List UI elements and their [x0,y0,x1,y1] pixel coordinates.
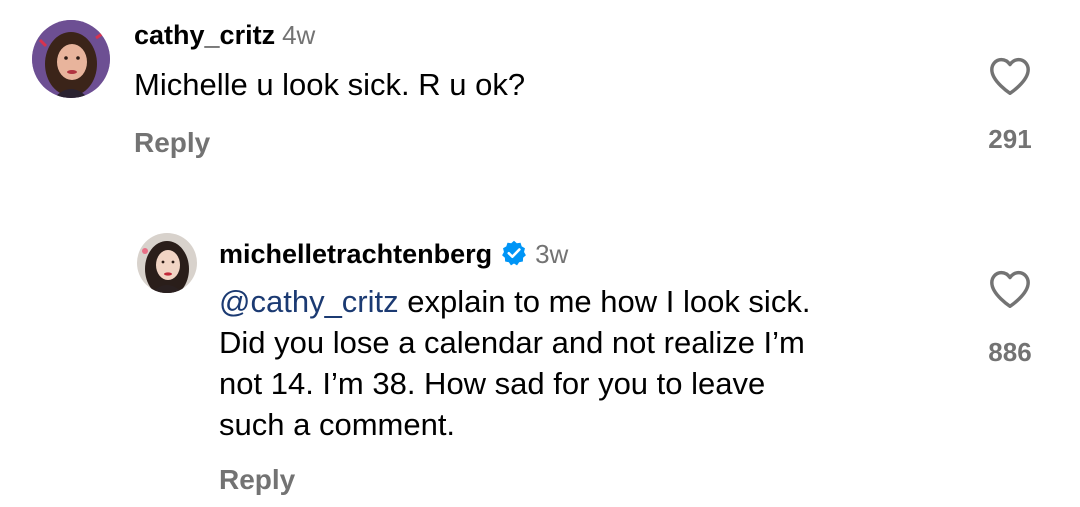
like-count: 291 [988,124,1032,154]
timestamp: 3w [535,239,569,269]
comment-line-text: explain to me how I look sick. [398,284,811,319]
heart-outline-icon[interactable] [975,56,1045,96]
like-count: 886 [988,337,1032,367]
comment-line: not 14. I’m 38. How sad for you to leave [219,366,766,401]
username[interactable]: michelletrachtenberg 3w [219,239,568,272]
username-text[interactable]: cathy_critz [134,20,275,50]
like-control: 291 [975,56,1045,152]
comment-text: Michelle u look sick. R u ok? [134,67,526,102]
comment-line: @cathy_critz explain to me how I look si… [219,281,959,322]
comment: cathy_critz 4w Michelle u look sick. R u … [0,0,1080,200]
avatar[interactable] [32,20,110,98]
comments-thread: cathy_critz 4w Michelle u look sick. R u … [0,0,1080,507]
reply-button[interactable]: Reply [219,466,295,494]
like-control: 886 [974,269,1046,365]
comment-text: @cathy_critz explain to me how I look si… [219,281,959,445]
comment-line: such a comment. [219,407,456,442]
heart-outline-icon[interactable] [974,269,1046,309]
username[interactable]: cathy_critz 4w [134,22,315,49]
reply-comment: michelletrachtenberg 3w @cathy_critz expl… [0,200,1080,507]
username-text[interactable]: michelletrachtenberg [219,239,492,269]
verified-badge-icon [500,239,528,272]
timestamp: 4w [282,20,316,50]
comment-line: Did you lose a calendar and not realize … [219,325,805,360]
mention-link[interactable]: @cathy_critz [219,284,399,319]
avatar[interactable] [137,233,197,293]
reply-button[interactable]: Reply [134,129,210,157]
